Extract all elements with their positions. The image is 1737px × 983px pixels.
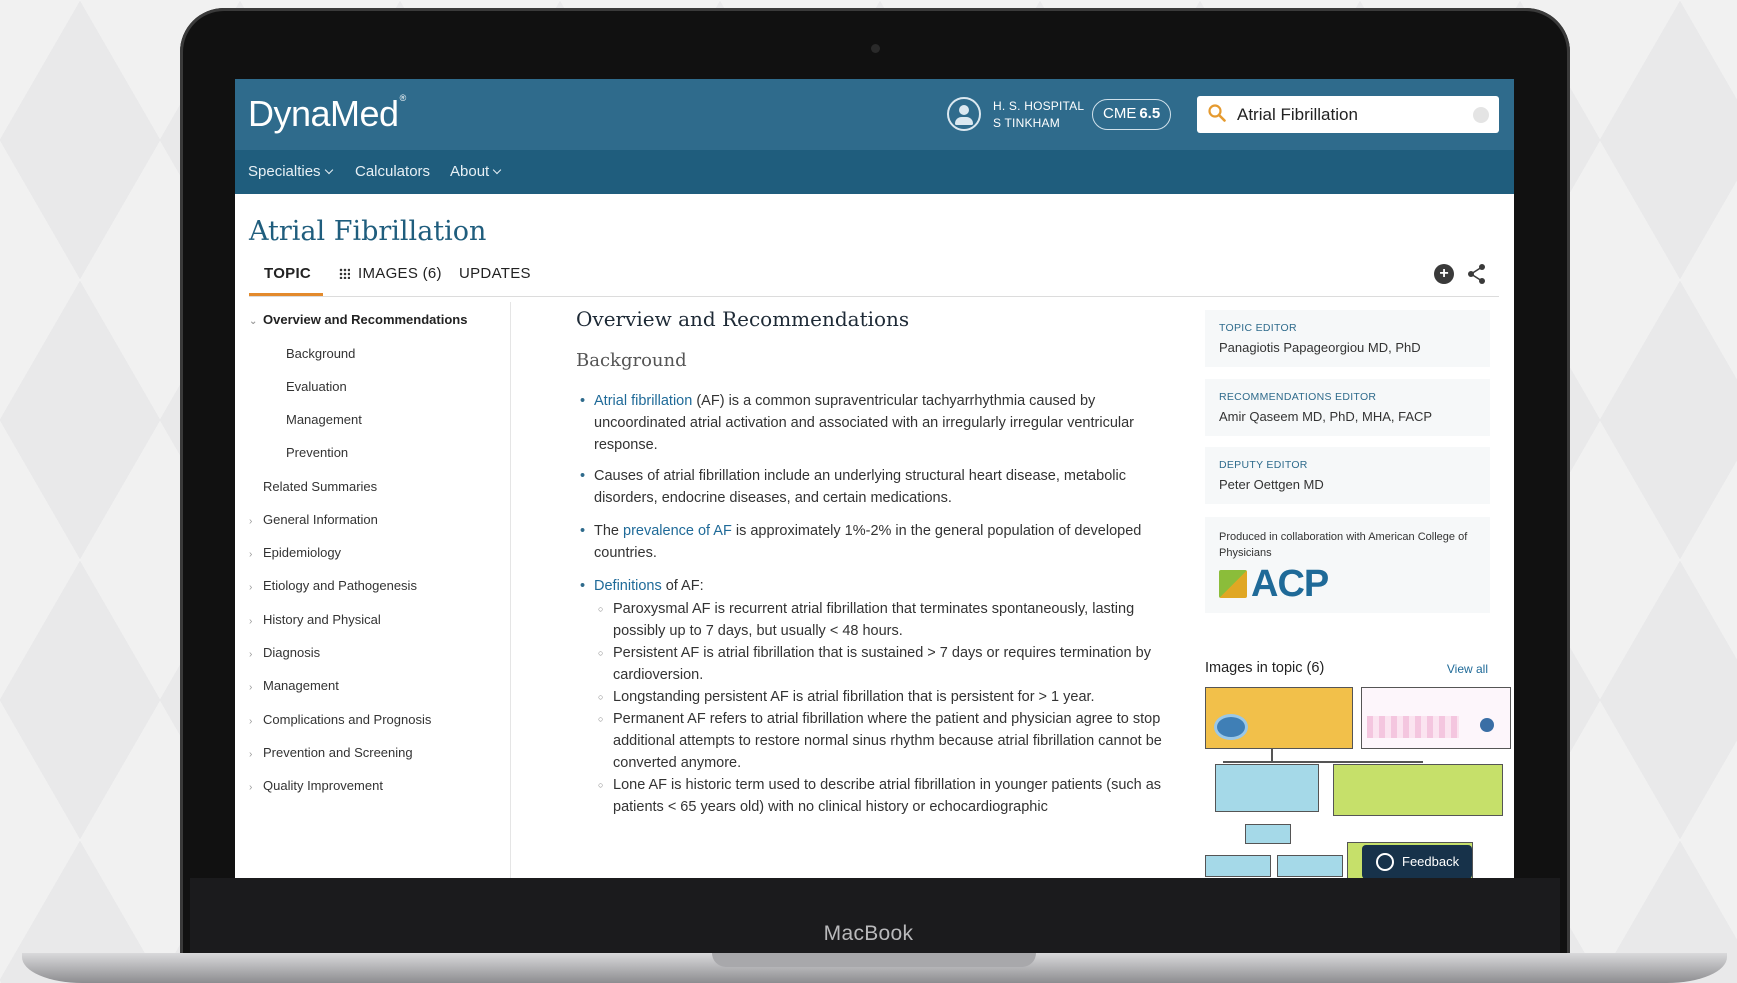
nav-about[interactable]: About [450, 163, 502, 180]
collaboration-text: Produced in collaboration with American … [1219, 531, 1468, 559]
header-bar: DynaMed® H. S. HOSPITAL S TINKHAM CME 6.5 [235, 79, 1514, 150]
outline-item-general[interactable]: › General Information [249, 512, 378, 527]
outline-item-management[interactable]: › Management [249, 678, 339, 693]
chevron-right-icon: › [249, 682, 253, 693]
editor-card[interactable]: TOPIC EDITOR Panagiotis Papageorgiou MD,… [1205, 310, 1490, 367]
paragraph-causes: Causes of atrial fibrillation include an… [580, 465, 1179, 509]
app-logo[interactable]: DynaMed® [248, 93, 406, 135]
editor-role: RECOMMENDATIONS EDITOR [1219, 391, 1377, 403]
outline-subitem-management[interactable]: Management [286, 412, 362, 427]
tab-images[interactable]: IMAGES (6) [339, 265, 442, 282]
definition-item: Persistent AF is atrial fibrillation tha… [598, 642, 1178, 686]
outline-item-related[interactable]: Related Summaries [249, 479, 377, 494]
editor-role: TOPIC EDITOR [1219, 322, 1297, 334]
diagram-shape [1480, 718, 1494, 732]
chevron-right-icon: › [249, 582, 253, 593]
definition-item: Lone AF is historic term used to describ… [598, 774, 1178, 818]
paragraph-definition: Atrial fibrillation (AF) is a common sup… [580, 390, 1179, 456]
outline-item-complications[interactable]: › Complications and Prognosis [249, 712, 431, 727]
outline-subitem-background[interactable]: Background [286, 346, 355, 361]
section-heading: Overview and Recommendations [576, 307, 910, 331]
paragraph-prevalence: The prevalence of AF is approximately 1%… [580, 520, 1179, 564]
active-tab-indicator [249, 293, 323, 296]
outline-item-etiology[interactable]: › Etiology and Pathogenesis [249, 578, 417, 593]
laptop-bezel [190, 878, 1560, 958]
topic-tabs: TOPIC IMAGES (6) UPDATES + [249, 249, 1499, 297]
search-input[interactable] [1237, 96, 1467, 133]
plus-circle-icon[interactable]: + [1434, 264, 1454, 284]
share-icon[interactable] [1467, 263, 1487, 285]
chevron-right-icon: › [249, 616, 253, 627]
chevron-right-icon: › [249, 782, 253, 793]
user-org: H. S. HOSPITAL [993, 99, 1085, 113]
device-brand-label: MacBook [823, 922, 914, 945]
search-box [1197, 96, 1499, 133]
outline-item-diagnosis[interactable]: › Diagnosis [249, 645, 320, 660]
outline-item-history[interactable]: › History and Physical [249, 612, 381, 627]
image-thumbnail[interactable] [1205, 687, 1353, 749]
chevron-right-icon: › [249, 649, 253, 660]
chevron-right-icon: › [249, 516, 253, 527]
editor-name: Panagiotis Papageorgiou MD, PhD [1219, 340, 1421, 355]
editor-name: Peter Oettgen MD [1219, 477, 1324, 492]
prevalence-link[interactable]: prevalence of AF [623, 523, 732, 539]
editor-role: DEPUTY EDITOR [1219, 459, 1308, 471]
feedback-icon [1376, 853, 1394, 871]
laptop-notch [712, 953, 1036, 967]
editor-card[interactable]: RECOMMENDATIONS EDITOR Amir Qaseem MD, P… [1205, 379, 1490, 436]
definitions-link[interactable]: Definitions [594, 578, 662, 594]
editor-name: Amir Qaseem MD, PhD, MHA, FACP [1219, 409, 1433, 424]
outline-subitem-evaluation[interactable]: Evaluation [286, 379, 347, 394]
user-avatar-icon[interactable] [947, 97, 981, 131]
outline-item-quality[interactable]: › Quality Improvement [249, 778, 383, 793]
image-thumbnail[interactable] [1215, 764, 1319, 812]
clear-search-icon[interactable] [1473, 107, 1489, 123]
camera-icon [871, 44, 880, 53]
chevron-right-icon: › [249, 749, 253, 760]
paragraph-definitions-intro: Definitions of AF: [580, 575, 1179, 597]
definition-item: Longstanding persistent AF is atrial fib… [598, 686, 1178, 708]
chevron-right-icon: › [249, 549, 253, 560]
user-name: S TINKHAM [993, 116, 1060, 130]
tab-updates[interactable]: UPDATES [459, 265, 531, 282]
outline-item-epidemiology[interactable]: › Epidemiology [249, 545, 341, 560]
tab-topic[interactable]: TOPIC [264, 265, 311, 282]
image-thumbnail[interactable] [1361, 687, 1511, 749]
chevron-down-icon [324, 165, 333, 175]
feedback-button[interactable]: Feedback [1362, 845, 1472, 878]
nav-calculators[interactable]: Calculators [355, 163, 430, 180]
image-thumbnail[interactable] [1205, 855, 1271, 877]
nav-specialties[interactable]: Specialties [248, 163, 333, 180]
acp-logo[interactable]: ACP [1219, 565, 1476, 603]
grid-icon [339, 268, 350, 279]
view-all-link[interactable]: View all [1447, 662, 1488, 676]
image-thumbnail[interactable] [1277, 855, 1343, 877]
outline-item-prevention[interactable]: › Prevention and Screening [249, 745, 413, 760]
collaboration-card: Produced in collaboration with American … [1205, 517, 1490, 613]
images-heading: Images in topic (6) [1205, 660, 1325, 676]
definition-item: Permanent AF refers to atrial fibrillati… [598, 708, 1178, 774]
page-title: Atrial Fibrillation [249, 216, 487, 247]
outline-subitem-prevention[interactable]: Prevention [286, 445, 348, 460]
main-nav: Specialties Calculators About [235, 150, 1514, 194]
diagram-shape [1214, 714, 1248, 740]
chevron-right-icon: › [249, 716, 253, 727]
acp-mark-icon [1219, 570, 1247, 598]
chevron-down-icon: ⌄ [249, 316, 258, 327]
editor-card[interactable]: DEPUTY EDITOR Peter Oettgen MD [1205, 447, 1490, 504]
image-thumbnail[interactable] [1245, 824, 1291, 844]
app-screen: DynaMed® H. S. HOSPITAL S TINKHAM CME 6.5… [235, 79, 1514, 878]
atrial-fibrillation-link[interactable]: Atrial fibrillation [594, 393, 692, 409]
ecg-strip [1367, 716, 1459, 738]
definition-item: Paroxysmal AF is recurrent atrial fibril… [598, 598, 1178, 642]
cme-badge[interactable]: CME 6.5 [1092, 99, 1172, 130]
topic-outline: ⌄ Overview and Recommendations Background… [249, 302, 511, 878]
user-info[interactable]: H. S. HOSPITAL S TINKHAM [993, 98, 1084, 132]
chevron-down-icon [492, 165, 502, 175]
image-thumbnail[interactable] [1333, 764, 1503, 816]
subsection-heading: Background [576, 350, 687, 371]
search-icon[interactable] [1208, 104, 1226, 122]
outline-item-overview[interactable]: ⌄ Overview and Recommendations [249, 312, 467, 327]
